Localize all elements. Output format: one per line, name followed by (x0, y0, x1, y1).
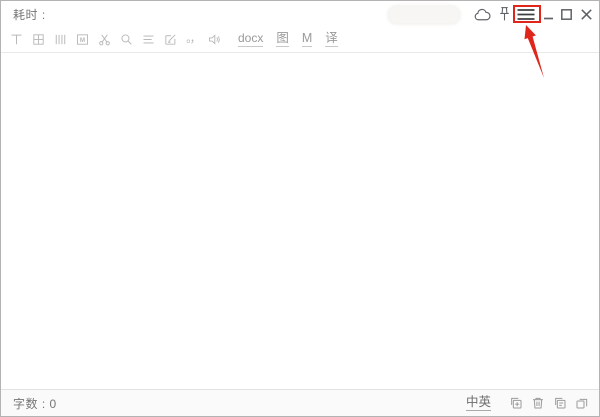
markdown-box-icon[interactable]: M (75, 32, 90, 47)
status-bar-actions: 中英 (466, 395, 590, 411)
title-icon[interactable] (9, 32, 24, 47)
editor-area[interactable] (1, 53, 599, 389)
close-icon[interactable] (581, 9, 592, 20)
title-bar: 耗时 : (1, 1, 599, 27)
translate-button[interactable]: 译 (325, 32, 338, 47)
word-count-value: 0 (50, 397, 57, 411)
trash-icon[interactable] (530, 395, 546, 411)
view-image-button[interactable]: 图 (276, 32, 289, 47)
lang-toggle-button[interactable]: 中英 (466, 395, 491, 411)
punctuation-icon[interactable]: 。， (185, 32, 200, 47)
pin-icon[interactable] (498, 6, 511, 22)
speaker-icon[interactable] (207, 32, 222, 47)
elapsed-time-label: 耗时 : (1, 6, 46, 23)
app-window: 耗时 : (0, 0, 600, 417)
toolbar: M 。， (1, 27, 599, 53)
svg-text:M: M (80, 37, 85, 44)
cloud-icon[interactable] (473, 8, 491, 21)
table-icon[interactable] (31, 32, 46, 47)
scissors-icon[interactable] (97, 32, 112, 47)
word-count-label: 字数 : (13, 397, 46, 411)
edit-icon[interactable] (163, 32, 178, 47)
paste-image-icon[interactable] (508, 395, 524, 411)
search-icon[interactable] (119, 32, 134, 47)
copy-icon[interactable] (574, 395, 590, 411)
censored-area (389, 7, 459, 23)
maximize-icon[interactable] (561, 9, 572, 20)
export-docx-button[interactable]: docx (238, 32, 263, 47)
markdown-button[interactable]: M (302, 32, 312, 47)
status-bar: 字数 : 0 中英 (1, 389, 599, 416)
copy-format-icon[interactable] (552, 395, 568, 411)
word-count: 字数 : 0 (13, 395, 57, 412)
line-spacing-icon[interactable] (141, 32, 156, 47)
annotation-highlight-box (513, 5, 541, 23)
minimize-icon[interactable] (544, 17, 553, 20)
columns-icon[interactable] (53, 32, 68, 47)
